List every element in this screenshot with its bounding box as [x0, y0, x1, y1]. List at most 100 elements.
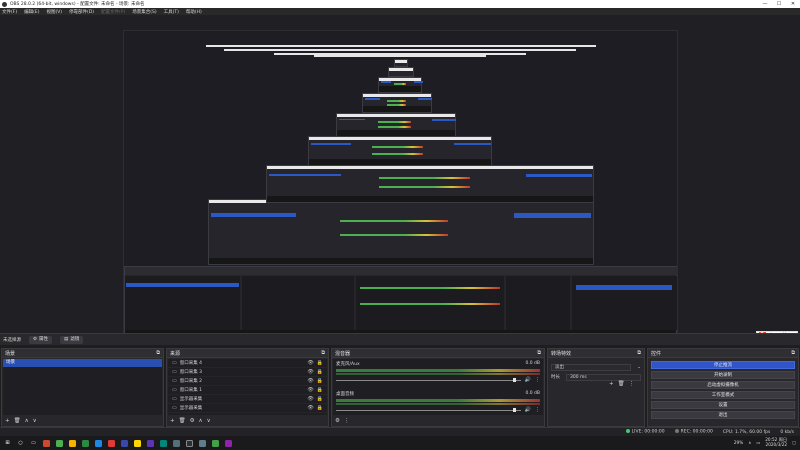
maximize-icon[interactable]: ☐ — [772, 0, 786, 8]
lock-icon[interactable]: 🔒 — [317, 387, 323, 393]
add-transition-button[interactable]: + — [609, 381, 614, 387]
properties-button[interactable]: ⚙ 属性 — [29, 335, 53, 344]
menu-item[interactable]: 编辑(E) — [24, 9, 39, 15]
control-button[interactable]: 设置 — [651, 401, 795, 409]
mixer-settings-icon[interactable]: ⚙ — [335, 418, 340, 424]
obs-taskbar-icon[interactable] — [186, 439, 193, 447]
control-button[interactable]: 开始录制 — [651, 371, 795, 379]
transition-menu-icon[interactable]: ⋮ — [629, 381, 635, 387]
menu-item[interactable]: 场景集合(S) — [132, 9, 156, 15]
move-up-button[interactable]: ∧ — [199, 418, 203, 424]
dock-menu-icon[interactable]: ⧉ — [321, 350, 325, 356]
dock-menu-icon[interactable]: ⧉ — [537, 350, 541, 356]
app-icon[interactable] — [225, 439, 232, 447]
window-titlebar: OBS 28.0.2 (64-bit, windows) - 配置文件: 未命名… — [0, 0, 800, 8]
visibility-eye-icon[interactable]: 👁 — [307, 405, 313, 411]
remove-source-button[interactable]: 🗑 — [179, 418, 186, 424]
app-icon[interactable] — [43, 439, 50, 447]
app-icon[interactable] — [121, 439, 128, 447]
folder-icon[interactable] — [69, 439, 76, 447]
nested-obs-window — [124, 266, 678, 343]
volume-slider-handle[interactable] — [513, 408, 517, 412]
transition-select[interactable]: 淡出 — [551, 363, 632, 371]
clock-date: 2020/3/22 — [765, 442, 788, 447]
source-item[interactable]: ▭ 显示器采集 👁 🔒 — [168, 395, 327, 404]
lock-icon[interactable]: 🔒 — [317, 360, 323, 366]
preview-area[interactable]: S 中 • 简 ⚙ — [0, 15, 800, 344]
volume-slider[interactable] — [336, 408, 521, 412]
scene-item[interactable]: 场景 — [3, 359, 162, 367]
dock-menu-icon[interactable]: ⧉ — [156, 350, 160, 356]
source-item[interactable]: ▭ 窗口采集 4 👁 🔒 — [168, 359, 327, 368]
wechat-icon[interactable] — [212, 439, 219, 447]
control-button[interactable]: 启动虚拟摄像机 — [651, 381, 795, 389]
live-status: LIVE: 00:00:00 — [625, 429, 665, 435]
nested-preview-capture — [388, 67, 414, 77]
move-down-button[interactable]: ∨ — [33, 418, 37, 424]
notification-icon[interactable]: ▢ — [792, 440, 796, 445]
track-gear-icon[interactable]: ⋮ — [535, 377, 540, 383]
mixer-menu-icon[interactable]: ⋮ — [344, 418, 350, 424]
no-source-selected-label: 未选择源 — [3, 337, 21, 343]
close-icon[interactable]: ✕ — [786, 0, 800, 8]
source-properties-button[interactable]: ⚙ — [190, 418, 195, 424]
app-icon[interactable] — [56, 439, 63, 447]
filters-button[interactable]: ▤ 滤镜 — [60, 335, 84, 344]
menu-item[interactable]: 停靠部件(D) — [69, 9, 94, 15]
control-button[interactable]: 退出 — [651, 411, 795, 419]
menu-item[interactable]: 配置文件(P) — [101, 9, 125, 15]
remove-transition-button[interactable]: 🗑 — [618, 381, 625, 387]
add-source-button[interactable]: + — [170, 418, 175, 424]
menu-item[interactable]: 视图(V) — [46, 9, 62, 15]
source-item[interactable]: ▭ 窗口采集 2 👁 🔒 — [168, 377, 327, 386]
control-button[interactable]: 停止推流 — [651, 361, 795, 369]
preview-canvas[interactable] — [123, 30, 678, 344]
app-icon[interactable] — [147, 439, 154, 447]
visibility-eye-icon[interactable]: 👁 — [307, 369, 313, 375]
volume-slider[interactable] — [336, 378, 521, 382]
speaker-icon[interactable]: 🔊 — [525, 407, 531, 413]
app-icon[interactable] — [134, 439, 141, 447]
visibility-eye-icon[interactable]: 👁 — [307, 387, 313, 393]
network-icon[interactable]: ▭ — [756, 440, 760, 445]
speaker-icon[interactable]: 🔊 — [525, 377, 531, 383]
lock-icon[interactable]: 🔒 — [317, 405, 323, 411]
windows-start-icon[interactable]: ⊞ — [4, 439, 11, 447]
move-down-button[interactable]: ∨ — [207, 418, 211, 424]
volume-slider-handle[interactable] — [513, 378, 517, 382]
audio-mixer-dock: 混音器 ⧉ 麦克风/Aux 0.0 dB 🔊 ⋮ 桌面音频 0.0 dB 🔊 ⋮ ⚙ ⋮ — [331, 348, 545, 427]
app-icon[interactable] — [160, 439, 167, 447]
app-icon[interactable] — [173, 439, 180, 447]
minimize-icon[interactable]: — — [758, 0, 772, 8]
menu-item[interactable]: 工具(T) — [164, 9, 179, 15]
move-up-button[interactable]: ∧ — [25, 418, 29, 424]
track-name: 麦克风/Aux — [336, 362, 360, 367]
control-button[interactable]: 工作室模式 — [651, 391, 795, 399]
lock-icon[interactable]: 🔒 — [317, 369, 323, 375]
obs-logo-icon — [2, 1, 7, 7]
app-icon[interactable] — [199, 439, 206, 447]
app-icon[interactable] — [108, 439, 115, 447]
search-icon[interactable]: ○ — [17, 440, 24, 447]
mixer-title: 混音器 — [335, 350, 351, 357]
app-icon[interactable] — [82, 439, 89, 447]
source-item[interactable]: ▭ 显示器采集 👁 🔒 — [168, 404, 327, 413]
lock-icon[interactable]: 🔒 — [317, 378, 323, 384]
chevron-down-icon[interactable]: ⌄ — [637, 365, 641, 370]
task-view-icon[interactable]: ▭ — [30, 440, 37, 447]
source-item[interactable]: ▭ 窗口采集 3 👁 🔒 — [168, 368, 327, 377]
tray-arrow-icon[interactable]: ∧ — [748, 440, 751, 445]
visibility-eye-icon[interactable]: 👁 — [307, 378, 313, 384]
visibility-eye-icon[interactable]: 👁 — [307, 360, 313, 366]
lock-icon[interactable]: 🔒 — [317, 396, 323, 402]
visibility-eye-icon[interactable]: 👁 — [307, 396, 313, 402]
remove-scene-button[interactable]: 🗑 — [14, 418, 21, 424]
dock-menu-icon[interactable]: ⧉ — [791, 350, 795, 356]
menu-item[interactable]: 文件(F) — [2, 9, 17, 15]
edge-icon[interactable] — [95, 439, 102, 447]
track-gear-icon[interactable]: ⋮ — [535, 407, 540, 413]
menu-item[interactable]: 帮助(H) — [186, 9, 202, 15]
source-item[interactable]: ▭ 窗口采集 1 👁 🔒 — [168, 386, 327, 395]
add-scene-button[interactable]: + — [5, 418, 10, 424]
dock-menu-icon[interactable]: ⧉ — [637, 350, 641, 356]
